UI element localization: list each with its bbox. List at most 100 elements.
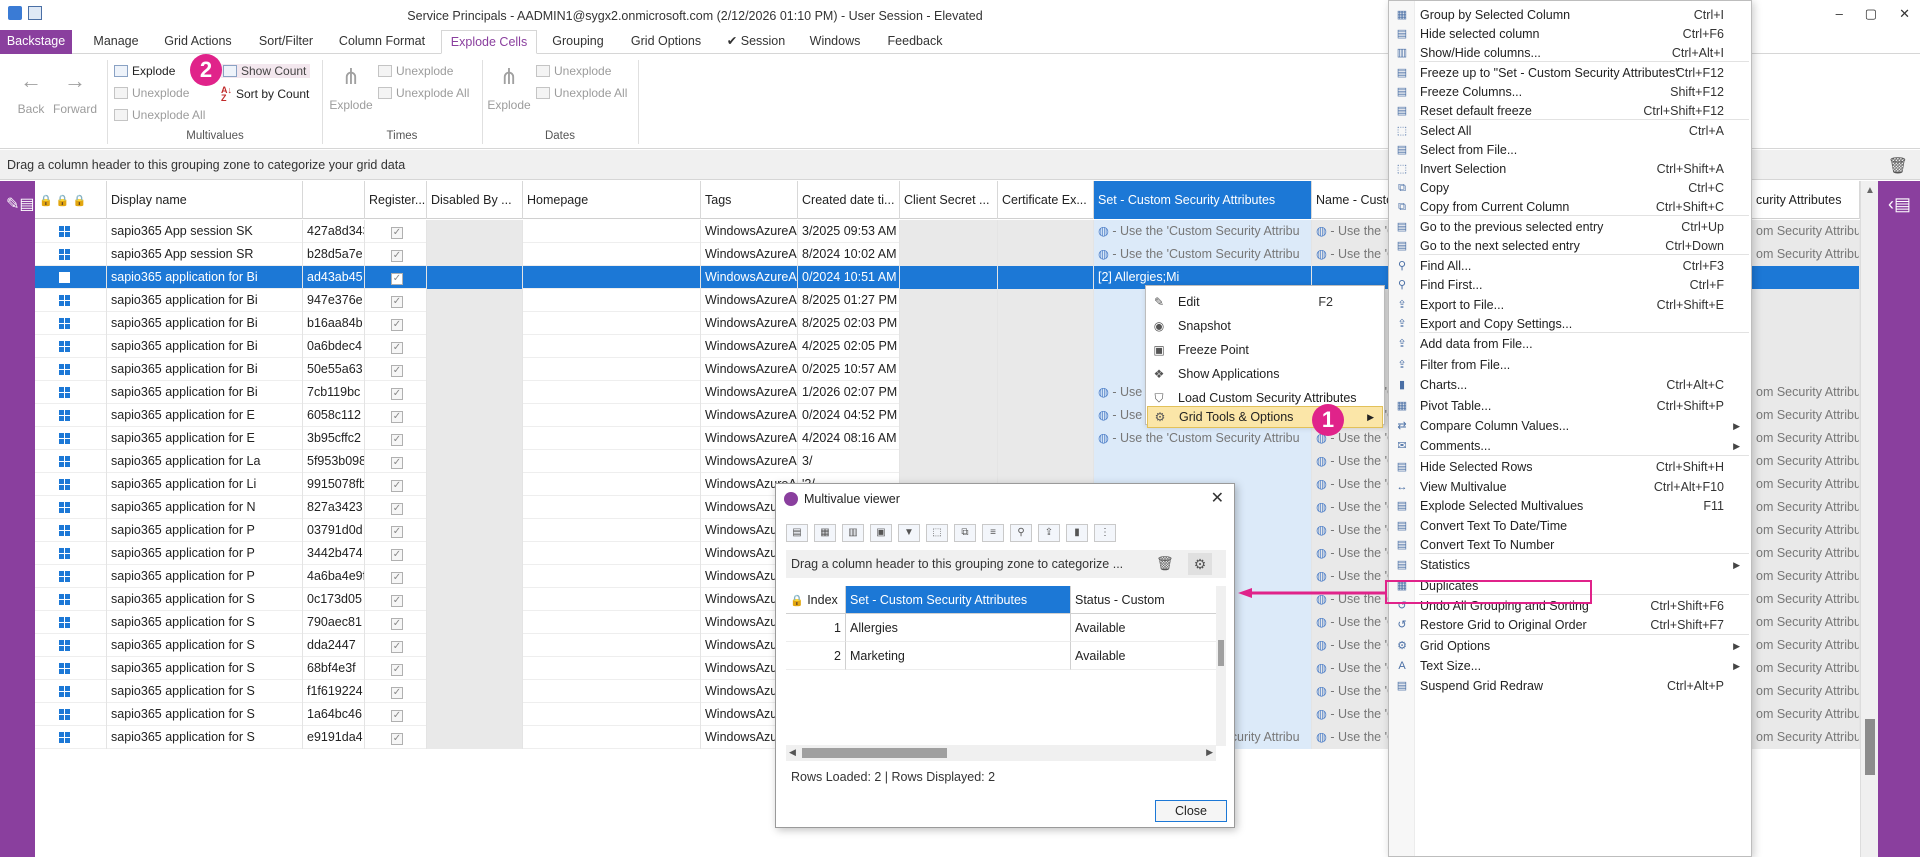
registered-checkbox-cell[interactable]: ✓ [365,496,427,519]
grid-cell-name[interactable]: sapio365 application for Bi [107,289,303,312]
grid-cell-empty[interactable] [900,266,998,289]
close-button[interactable]: Close [1155,800,1227,822]
grid-cell-created[interactable]: 1/2026 02:07 PM [798,381,900,404]
submenu-item-view-multivalue[interactable]: ↔ View Multivalue Ctrl+Alt+F10 [1390,477,1750,497]
grid-cell-id[interactable]: 68bf4e3f [303,657,365,680]
grid-cell-attr3[interactable]: om Security Attribu [1752,404,1860,427]
dates-unexplode-button[interactable]: Unexplode [536,64,611,78]
grid-cell-empty[interactable] [900,312,998,335]
submenu-item-hide-selected-rows[interactable]: ▤ Hide Selected Rows Ctrl+Shift+H [1390,457,1750,477]
grid-cell-empty[interactable] [998,404,1094,427]
grid-cell-name[interactable]: sapio365 application for S [107,588,303,611]
grid-cell-empty[interactable] [427,634,523,657]
submenu-item-go-to-the-previous-selected-entry[interactable]: ▤ Go to the previous selected entry Ctrl+U… [1390,217,1750,237]
grid-cell-empty[interactable] [523,381,701,404]
row-type-cell[interactable] [35,519,107,542]
grid-cell-created[interactable]: 0/2025 10:57 AM [798,358,900,381]
grid-cell-id[interactable]: 5f953b098 [303,450,365,473]
grid-cell-id[interactable]: b28d5a7e [303,243,365,266]
menu-item-freeze-point[interactable]: ▣ Freeze Point [1147,338,1383,362]
mv-header-index[interactable]: 🔒 Index [786,586,846,614]
times-unexplode-all-button[interactable]: Unexplode All [378,86,469,100]
submenu-item-grid-options[interactable]: ⚙ Grid Options ▶ [1390,636,1750,656]
scroll-left-icon[interactable]: ◀ [789,747,796,758]
row-type-cell[interactable] [35,703,107,726]
registered-checkbox-cell[interactable]: ✓ [365,519,427,542]
grid-cell-empty[interactable] [900,450,998,473]
grid-cell-attr3[interactable]: om Security Attribu [1752,657,1860,680]
row-type-cell[interactable] [35,243,107,266]
grid-cell-empty[interactable] [998,358,1094,381]
grid-cell-tags[interactable]: WindowsAzureA [701,220,798,243]
dialog-horizontal-scrollbar[interactable]: ◀ ▶ [786,745,1216,761]
column-header-registered[interactable]: Register... [365,181,427,219]
row-type-cell[interactable] [35,289,107,312]
grid-cell-empty[interactable] [523,289,701,312]
submenu-item-group-by-selected-column[interactable]: ▦ Group by Selected Column Ctrl+I [1390,5,1750,25]
submenu-item-select-from-file[interactable]: ▤ Select from File... [1390,140,1750,160]
grid-cell-id[interactable]: ad43ab45 [303,266,365,289]
submenu-item-freeze-up-to-set-custom-security-attributes[interactable]: ▤ Freeze up to "Set - Custom Security Att… [1390,63,1750,83]
select-icon[interactable]: ⬚ [926,524,948,542]
scroll-thumb[interactable] [1865,719,1875,775]
grid-cell-empty[interactable] [427,565,523,588]
submenu-item-freeze-columns[interactable]: ▤ Freeze Columns... Shift+F12 [1390,82,1750,102]
grid-cell-empty[interactable] [900,381,998,404]
tab-grouping[interactable]: Grouping [547,30,609,54]
lock-columns-header[interactable]: 🔒 🔒 🔒 [35,181,107,219]
filter-icon[interactable]: ▼ [898,524,920,542]
dialog-vertical-scrollbar[interactable] [1216,586,1226,746]
row-type-cell[interactable] [35,358,107,381]
grid-cell-empty[interactable] [998,427,1094,450]
freeze-icon[interactable]: ▣ [870,524,892,542]
back-button[interactable]: ← Back [8,66,54,116]
grid-cell-attr3[interactable]: om Security Attribu [1752,519,1860,542]
grid-cell-empty[interactable] [427,312,523,335]
submenu-item-find-all[interactable]: ⚲ Find All... Ctrl+F3 [1390,256,1750,276]
grid-cell-empty[interactable] [998,450,1094,473]
grid-cell-name[interactable]: sapio365 application for P [107,565,303,588]
grid-cell-created[interactable]: 0/2024 10:51 AM [798,266,900,289]
row-type-cell[interactable] [35,381,107,404]
grid-cell-empty[interactable] [427,335,523,358]
grid-cell-id[interactable]: 790aec81 [303,611,365,634]
grid-cell-empty[interactable] [900,335,998,358]
grid-cell-empty[interactable] [998,312,1094,335]
grid-cell-empty[interactable] [427,726,523,749]
grid-cell-attr3[interactable] [1752,312,1860,335]
grid-cell-name[interactable]: sapio365 application for Bi [107,358,303,381]
registered-checkbox-cell[interactable]: ✓ [365,657,427,680]
tab-column-format[interactable]: Column Format [334,30,430,54]
grid-cell-empty[interactable] [900,243,998,266]
grid-cell-name[interactable]: sapio365 application for E [107,427,303,450]
submenu-item-go-to-the-next-selected-entry[interactable]: ▤ Go to the next selected entry Ctrl+Down [1390,236,1750,256]
grid-cell-id[interactable]: 6058c112 [303,404,365,427]
mv-header-value[interactable]: Set - Custom Security Attributes [846,586,1071,614]
column-header-display-name[interactable]: Display name [107,181,303,219]
submenu-item-filter-from-file[interactable]: ⇪ Filter from File... [1390,355,1750,375]
submenu-item-copy-from-current-column[interactable]: ⧉ Copy from Current Column Ctrl+Shift+C [1390,197,1750,217]
registered-checkbox-cell[interactable]: ✓ [365,289,427,312]
grid-cell-name[interactable]: sapio365 application for S [107,611,303,634]
grid-cell-empty[interactable] [427,266,523,289]
registered-checkbox-cell[interactable]: ✓ [365,473,427,496]
grid-cell-id[interactable]: f1f619224 [303,680,365,703]
submenu-item-comments[interactable]: ✉ Comments... ▶ [1390,436,1750,456]
grid-cell-attr3[interactable]: om Security Attribu [1752,496,1860,519]
grid-cell-name[interactable]: sapio365 application for P [107,519,303,542]
grid-cell-empty[interactable] [427,542,523,565]
multivalue-explode-button[interactable]: Explode [114,64,175,78]
grid-cell-created[interactable]: 3/2025 09:53 AM [798,220,900,243]
tab-grid-actions[interactable]: Grid Actions [158,30,238,54]
column-header-tags[interactable]: Tags [701,181,798,219]
registered-checkbox-cell[interactable]: ✓ [365,450,427,473]
scroll-up-icon[interactable]: ▲ [1865,185,1875,196]
grid-cell-tags[interactable]: WindowsAzureA [701,427,798,450]
row-type-cell[interactable] [35,335,107,358]
grid-cell-empty[interactable] [427,450,523,473]
tab-sort-filter[interactable]: Sort/Filter [250,30,322,54]
grid-cell-name[interactable]: sapio365 application for Bi [107,381,303,404]
row-type-cell[interactable] [35,404,107,427]
submenu-item-text-size[interactable]: A Text Size... ▶ [1390,656,1750,676]
grid-cell-empty[interactable] [523,565,701,588]
